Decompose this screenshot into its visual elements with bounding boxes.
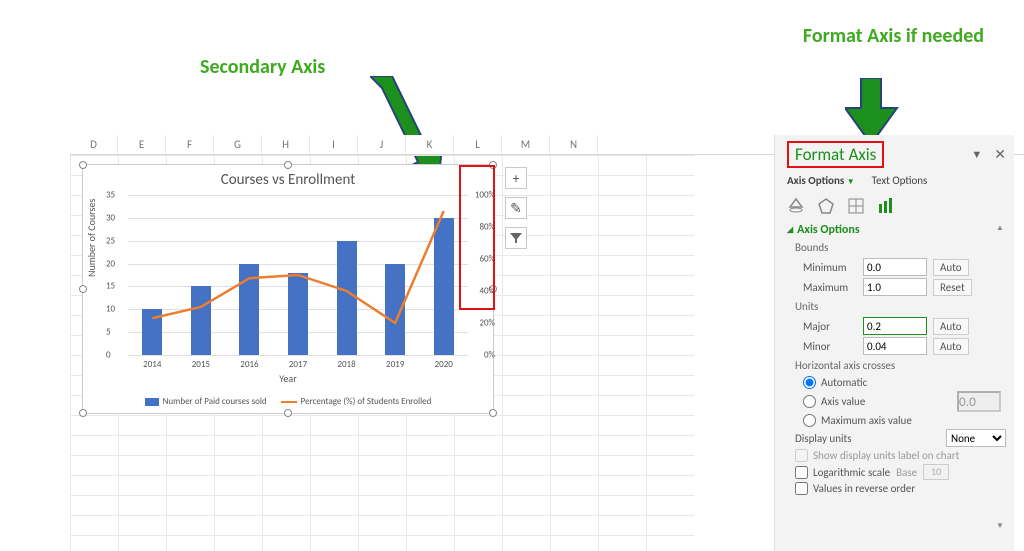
col-header[interactable]: G bbox=[214, 135, 262, 154]
tab-axis-options[interactable]: Axis Options ▼ bbox=[787, 174, 861, 187]
values-reverse-checkbox[interactable] bbox=[795, 482, 808, 495]
col-header[interactable]: E bbox=[118, 135, 166, 154]
chart-element-buttons: + ✎ bbox=[505, 167, 527, 249]
pane-options-caret[interactable]: ▼ bbox=[971, 148, 982, 161]
show-display-units-label: Show display units label on chart bbox=[813, 449, 959, 462]
resize-handle[interactable] bbox=[79, 285, 87, 293]
size-icon[interactable] bbox=[847, 197, 865, 215]
format-axis-pane: Format Axis ▼ ✕ Axis Options ▼ Text Opti… bbox=[774, 135, 1014, 551]
chart-add-element-button[interactable]: + bbox=[505, 167, 527, 189]
show-display-units-label-checkbox bbox=[795, 449, 808, 462]
chart-legend[interactable]: Number of Paid courses sold Percentage (… bbox=[83, 396, 493, 407]
section-axis-options[interactable]: Axis Options bbox=[787, 223, 1006, 237]
major-input[interactable] bbox=[863, 317, 927, 335]
col-header[interactable]: L bbox=[454, 135, 502, 154]
chart-object[interactable]: Courses vs Enrollment Number of Courses … bbox=[82, 164, 494, 414]
legend-label: Number of Paid courses sold bbox=[163, 396, 267, 407]
resize-handle[interactable] bbox=[284, 161, 292, 169]
minimum-auto-button[interactable]: Auto bbox=[933, 259, 969, 276]
col-header[interactable]: N bbox=[550, 135, 598, 154]
radio-max-axis-value-label: Maximum axis value bbox=[821, 414, 912, 427]
major-auto-button[interactable]: Auto bbox=[933, 318, 969, 335]
scroll-down-icon[interactable]: ▼ bbox=[994, 521, 1006, 533]
radio-axis-value-label: Axis value bbox=[821, 395, 865, 408]
col-header[interactable]: K bbox=[406, 135, 454, 154]
base-label: Base bbox=[896, 466, 917, 479]
legend-swatch-bar bbox=[145, 398, 159, 406]
pane-content: Axis Options Bounds Minimum Auto Maximum R… bbox=[787, 223, 1006, 533]
minor-input[interactable] bbox=[863, 337, 927, 355]
tab-text-options[interactable]: Text Options bbox=[872, 174, 928, 187]
pane-title: Format Axis bbox=[795, 144, 876, 165]
resize-handle[interactable] bbox=[284, 409, 292, 417]
chart-filter-button[interactable] bbox=[505, 227, 527, 249]
group-units: Units bbox=[795, 300, 1006, 313]
col-header[interactable]: M bbox=[502, 135, 550, 154]
legend-label: Percentage (%) of Students Enrolled bbox=[301, 396, 432, 407]
resize-handle[interactable] bbox=[489, 409, 497, 417]
col-header[interactable]: J bbox=[358, 135, 406, 154]
chart-x-axis-label[interactable]: Year bbox=[83, 372, 493, 385]
chart-plot-area[interactable]: 051015202530350%20%40%60%80%100%20142015… bbox=[128, 195, 468, 355]
radio-max-axis-value[interactable] bbox=[803, 414, 816, 427]
display-units-label: Display units bbox=[795, 432, 852, 445]
logarithmic-scale-checkbox[interactable] bbox=[795, 466, 808, 479]
col-header[interactable]: D bbox=[70, 135, 118, 154]
pane-tabs: Axis Options ▼ Text Options bbox=[787, 174, 1006, 187]
pane-scrollbar[interactable]: ▲ ▼ bbox=[994, 223, 1006, 533]
major-label: Major bbox=[803, 320, 863, 333]
logarithmic-scale-label: Logarithmic scale bbox=[813, 466, 890, 479]
legend-item[interactable]: Percentage (%) of Students Enrolled bbox=[281, 396, 432, 407]
minimum-input[interactable] bbox=[863, 258, 927, 276]
scroll-up-icon[interactable]: ▲ bbox=[994, 223, 1006, 235]
col-header[interactable]: F bbox=[166, 135, 214, 154]
resize-handle[interactable] bbox=[79, 161, 87, 169]
values-reverse-label: Values in reverse order bbox=[813, 482, 915, 495]
highlight-secondary-axis bbox=[459, 165, 495, 310]
base-value: 10 bbox=[923, 464, 949, 480]
highlight-pane-title: Format Axis bbox=[787, 141, 884, 168]
annotation-secondary-axis: Secondary Axis bbox=[200, 55, 325, 79]
radio-automatic-label: Automatic bbox=[821, 376, 867, 389]
minor-label: Minor bbox=[803, 340, 863, 353]
col-header[interactable]: I bbox=[310, 135, 358, 154]
effects-icon[interactable] bbox=[817, 197, 835, 215]
maximum-reset-button[interactable]: Reset bbox=[933, 279, 972, 296]
fill-icon[interactable] bbox=[787, 197, 805, 215]
legend-item[interactable]: Number of Paid courses sold bbox=[145, 396, 267, 407]
spreadsheet: D E F G H I J K L M N Courses vs Enrollm… bbox=[70, 135, 1024, 551]
maximum-input[interactable] bbox=[863, 278, 927, 296]
group-bounds: Bounds bbox=[795, 241, 1006, 254]
axis-options-icon[interactable] bbox=[877, 197, 895, 215]
annotation-format-axis: Format Axis if needed bbox=[803, 24, 984, 48]
radio-axis-value[interactable] bbox=[803, 395, 816, 408]
minimum-label: Minimum bbox=[803, 261, 863, 274]
radio-automatic[interactable] bbox=[803, 376, 816, 389]
chart-style-button[interactable]: ✎ bbox=[505, 197, 527, 219]
resize-handle[interactable] bbox=[79, 409, 87, 417]
minor-auto-button[interactable]: Auto bbox=[933, 338, 969, 355]
legend-swatch-line bbox=[281, 401, 297, 403]
close-icon[interactable]: ✕ bbox=[994, 146, 1006, 163]
col-header[interactable]: H bbox=[262, 135, 310, 154]
funnel-icon bbox=[510, 232, 522, 244]
maximum-label: Maximum bbox=[803, 281, 863, 294]
chart-y-axis-label[interactable]: Number of Courses bbox=[85, 198, 98, 276]
group-horizontal-crosses: Horizontal axis crosses bbox=[795, 359, 1006, 372]
